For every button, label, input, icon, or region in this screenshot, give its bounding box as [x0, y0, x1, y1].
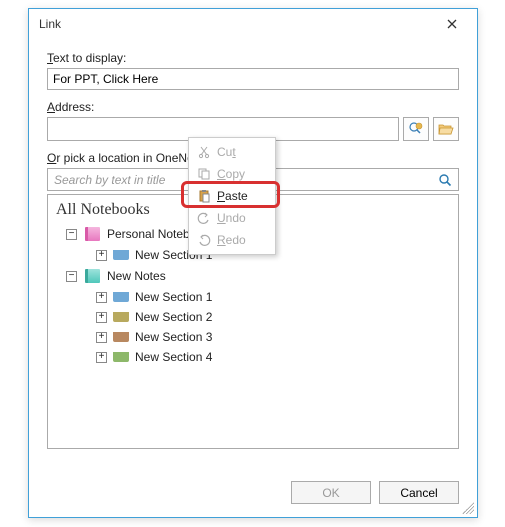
- section-label: New Section 2: [135, 310, 212, 324]
- ctx-label: Cut: [217, 145, 236, 159]
- notebook-label: New Notes: [107, 269, 166, 283]
- cut-icon: [195, 144, 213, 160]
- ctx-cut: Cut: [189, 141, 275, 163]
- section-item[interactable]: + New Section 4: [48, 347, 458, 367]
- titlebar: Link: [29, 9, 477, 39]
- text-to-display-label: Text to display:: [47, 51, 459, 65]
- dialog-title: Link: [39, 17, 437, 31]
- expander-icon[interactable]: −: [66, 229, 77, 240]
- expander-icon[interactable]: +: [96, 250, 107, 261]
- notebook-icon: [83, 268, 101, 284]
- button-row: OK Cancel: [29, 469, 477, 510]
- section-icon: [113, 352, 129, 362]
- notebook-item[interactable]: − New Notes: [48, 265, 458, 287]
- expander-icon[interactable]: +: [96, 312, 107, 323]
- expander-icon[interactable]: +: [96, 332, 107, 343]
- expander-icon[interactable]: +: [96, 352, 107, 363]
- ctx-redo: Redo: [189, 229, 275, 251]
- link-dialog: Link Text to display: Address:: [28, 8, 478, 518]
- section-label: New Section 1: [135, 290, 212, 304]
- ctx-label: Copy: [217, 167, 245, 181]
- ctx-label: Redo: [217, 233, 246, 247]
- close-icon: [447, 19, 457, 29]
- browse-web-button[interactable]: [403, 117, 429, 141]
- address-label: Address:: [47, 100, 459, 114]
- ctx-label: Undo: [217, 211, 246, 225]
- cancel-button[interactable]: Cancel: [379, 481, 459, 504]
- globe-search-icon: [408, 121, 424, 137]
- undo-icon: [195, 210, 213, 226]
- search-icon: [438, 173, 452, 187]
- address-row: Address:: [47, 100, 459, 141]
- section-icon: [113, 312, 129, 322]
- ctx-paste[interactable]: Paste: [189, 185, 275, 207]
- paste-icon: [195, 188, 213, 204]
- section-item[interactable]: + New Section 1: [48, 287, 458, 307]
- section-label: New Section 3: [135, 330, 212, 344]
- folder-open-icon: [438, 122, 454, 136]
- section-icon: [113, 332, 129, 342]
- context-menu: Cut Copy Paste Undo Redo: [188, 137, 276, 255]
- ctx-label: Paste: [217, 189, 248, 203]
- close-button[interactable]: [437, 12, 467, 36]
- section-icon: [113, 250, 129, 260]
- section-item[interactable]: + New Section 2: [48, 307, 458, 327]
- text-display-row: Text to display:: [47, 51, 459, 90]
- browse-file-button[interactable]: [433, 117, 459, 141]
- expander-icon[interactable]: +: [96, 292, 107, 303]
- copy-icon: [195, 166, 213, 182]
- section-label: New Section 4: [135, 350, 212, 364]
- ctx-undo: Undo: [189, 207, 275, 229]
- search-button[interactable]: [432, 169, 458, 190]
- ok-button[interactable]: OK: [291, 481, 371, 504]
- section-item[interactable]: + New Section 3: [48, 327, 458, 347]
- notebook-icon: [83, 226, 101, 242]
- text-to-display-input[interactable]: [47, 68, 459, 90]
- ctx-copy: Copy: [189, 163, 275, 185]
- section-icon: [113, 292, 129, 302]
- resize-grip[interactable]: [462, 502, 474, 514]
- redo-icon: [195, 232, 213, 248]
- expander-icon[interactable]: −: [66, 271, 77, 282]
